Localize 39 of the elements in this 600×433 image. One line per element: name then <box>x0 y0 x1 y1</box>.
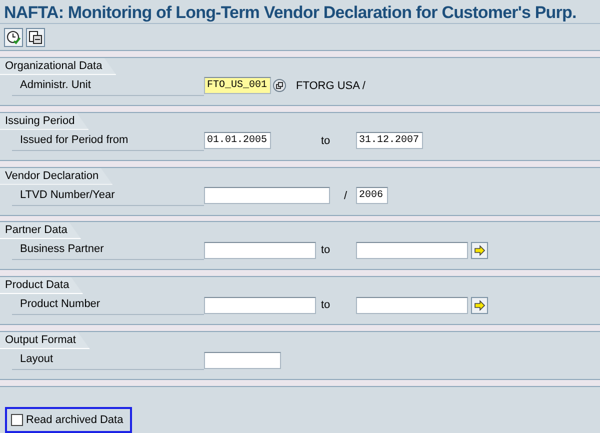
field-label: Business Partner <box>12 240 204 260</box>
field-label: Layout <box>12 350 204 370</box>
checkbox[interactable] <box>11 414 23 426</box>
input-field[interactable] <box>356 296 468 314</box>
input-field[interactable] <box>204 352 281 369</box>
multiple-selection-button[interactable] <box>471 242 488 259</box>
field-label: Product Number <box>12 295 204 316</box>
section-title: Partner Data <box>0 222 82 240</box>
field-label: Administr. Unit <box>12 76 204 96</box>
checkbox-label: Read archived Data <box>26 414 124 426</box>
input-field[interactable]: 01.01.2005 <box>204 132 271 150</box>
input-field[interactable] <box>204 296 316 314</box>
section-title: Output Format <box>0 332 90 350</box>
archive-checkbox[interactable]: Read archived Data <box>5 407 132 433</box>
range-separator: to <box>321 134 330 147</box>
field-label: LTVD Number/Year <box>12 186 204 206</box>
input-field[interactable]: 2006 <box>356 187 388 204</box>
input-field[interactable] <box>204 187 330 204</box>
year-separator: / <box>344 190 348 202</box>
unit-description: FTORG USA / <box>296 80 366 92</box>
input-field[interactable] <box>356 242 468 259</box>
value-help-button[interactable] <box>273 79 286 92</box>
windows-icon <box>276 82 283 90</box>
multiple-selection-button[interactable] <box>471 296 488 314</box>
clock-check-icon <box>6 30 21 45</box>
documents-icon <box>28 30 43 45</box>
input-field[interactable]: FTO_US_001 <box>204 77 271 94</box>
field-label: Issued for Period from <box>12 130 204 151</box>
input-field[interactable]: 31.12.2007 <box>356 132 423 150</box>
window-title: NAFTA: Monitoring of Long-Term Vendor Declaration for Customer's Purp. <box>3 2 578 23</box>
input-field[interactable] <box>204 242 316 259</box>
range-separator: to <box>321 299 330 312</box>
section-title: Product Data <box>0 277 84 294</box>
execute-button[interactable] <box>4 28 23 47</box>
section-title: Organizational Data <box>0 58 116 75</box>
range-separator: to <box>321 244 330 256</box>
section-title: Issuing Period <box>0 112 89 130</box>
get-variant-button[interactable] <box>26 28 45 47</box>
section-title: Vendor Declaration <box>0 168 113 185</box>
